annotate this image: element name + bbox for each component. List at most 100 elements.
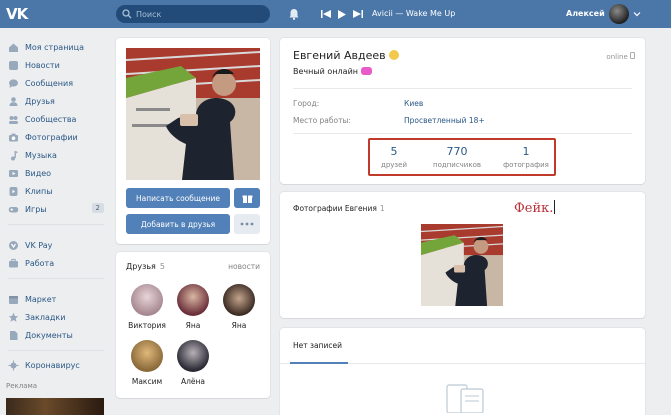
ad-image[interactable] (6, 398, 104, 415)
market-icon (7, 293, 19, 305)
friend-item[interactable]: Алёна (171, 340, 215, 386)
counter-label: фотография (503, 161, 549, 169)
heart-emoji-icon (361, 67, 372, 75)
friend-item[interactable]: Яна (217, 284, 261, 330)
previous-track-icon[interactable] (320, 7, 332, 21)
work-icon (7, 257, 19, 269)
sidebar-item-photos[interactable]: Фотографии (0, 128, 108, 146)
vk-logo[interactable]: VK (6, 5, 32, 23)
chevron-down-icon[interactable] (633, 10, 641, 18)
sidebar-item-label: Коронавирус (25, 360, 80, 370)
sidebar-item-work[interactable]: Работа (0, 254, 108, 272)
sidebar-item-coronavirus[interactable]: Коронавирус (0, 356, 108, 374)
search-icon (122, 9, 132, 19)
counter-followers[interactable]: 770 подписчиков (426, 145, 488, 169)
sidebar-item-groups[interactable]: Сообщества (0, 110, 108, 128)
bell-icon[interactable] (287, 7, 301, 21)
counter-photos[interactable]: 1 фотография (498, 145, 554, 169)
counter-value: 5 (390, 145, 398, 158)
top-bar: VK Avicii — Wake Me Up Алексей (0, 0, 671, 28)
sidebar-item-label: Маркет (25, 294, 57, 304)
info-value-city[interactable]: Киев (404, 99, 423, 108)
friends-count: 5 (159, 262, 165, 271)
more-button[interactable] (234, 214, 260, 234)
games-count-badge: 2 (91, 203, 104, 213)
mobile-icon (630, 52, 635, 59)
counters-highlight-box: 5 друзей 770 подписчиков 1 фотография (368, 138, 556, 176)
sidebar-item-video[interactable]: Видео (0, 164, 108, 182)
sidebar-item-clips[interactable]: Клипы (0, 182, 108, 200)
sidebar-item-label: Работа (25, 258, 55, 268)
avatar (177, 284, 209, 316)
photos-card: Фотографии Евгения 1 Фейк. (280, 192, 645, 318)
friends-updates-link[interactable]: новости (228, 262, 260, 271)
play-icon[interactable] (336, 7, 348, 21)
clips-icon (7, 185, 19, 197)
avatar[interactable] (609, 4, 629, 24)
sidebar-item-documents[interactable]: Документы (0, 326, 108, 344)
search-box[interactable] (116, 5, 270, 23)
text-cursor (554, 200, 556, 214)
sidebar-item-vkpay[interactable]: VK Pay (0, 236, 108, 254)
current-track[interactable]: Avicii — Wake Me Up (372, 9, 455, 18)
counter-label: друзей (380, 161, 407, 169)
friend-item[interactable]: Максим (125, 340, 169, 386)
home-icon (7, 41, 19, 53)
sidebar-item-label: Клипы (25, 186, 53, 196)
audio-player (320, 7, 364, 21)
active-tab-indicator (290, 362, 348, 364)
friends-heading[interactable]: Друзья 5 (126, 262, 165, 271)
divider (293, 133, 632, 134)
sidebar-item-messages[interactable]: Сообщения (0, 74, 108, 92)
profile-status[interactable]: Вечный онлайн (293, 67, 372, 76)
virus-icon (7, 359, 19, 371)
sidebar-item-label: Сообщения (25, 78, 74, 88)
sidebar-item-market[interactable]: Маркет (0, 290, 108, 308)
sidebar-item-games[interactable]: Игры 2 (0, 200, 108, 218)
sidebar-item-friends[interactable]: Друзья (0, 92, 108, 110)
games-icon (7, 203, 19, 215)
info-value-work[interactable]: Просветленный 18+ (404, 116, 485, 125)
ad-label: Реклама (6, 382, 38, 390)
user-name[interactable]: Алексей (566, 9, 605, 18)
friend-item[interactable]: Виктория (125, 284, 169, 330)
groups-icon (7, 113, 19, 125)
sidebar-item-label: Видео (25, 168, 52, 178)
vkpay-icon (7, 239, 19, 251)
friend-item[interactable]: Яна (171, 284, 215, 330)
fake-annotation: Фейк. (514, 200, 556, 216)
photos-count: 1 (379, 204, 385, 213)
write-message-button[interactable]: Написать сообщение (126, 188, 230, 208)
photos-heading[interactable]: Фотографии Евгения 1 (293, 204, 385, 213)
info-label-work: Место работы: (293, 116, 351, 125)
counter-value: 770 (446, 145, 468, 158)
counter-friends[interactable]: 5 друзей (374, 145, 414, 169)
search-input[interactable] (136, 7, 264, 21)
sidebar-item-label: Сообщества (25, 114, 77, 124)
sidebar-item-label: Игры (25, 204, 47, 214)
sidebar-item-news[interactable]: Новости (0, 56, 108, 74)
sidebar-item-label: Друзья (25, 96, 55, 106)
next-track-icon[interactable] (352, 7, 364, 21)
sidebar-item-bookmarks[interactable]: Закладки (0, 308, 108, 326)
sidebar-item-label: Моя страница (25, 42, 84, 52)
gift-button[interactable] (234, 188, 260, 208)
counter-value: 1 (522, 145, 530, 158)
empty-wall-icon (446, 384, 484, 413)
sidebar-item-my-page[interactable]: Моя страница (0, 38, 108, 56)
status-text: Вечный онлайн (293, 67, 358, 76)
friends-card: Друзья 5 новости Виктория Яна Яна Максим … (116, 252, 270, 398)
online-label: online (606, 53, 628, 61)
sidebar-item-label: Музыка (25, 150, 57, 160)
photo-thumbnail[interactable] (421, 224, 503, 306)
divider (293, 88, 632, 89)
profile-name-text: Евгений Авдеев (293, 49, 386, 62)
profile-photo[interactable] (126, 48, 260, 180)
sidebar-item-label: Фотографии (25, 132, 78, 142)
tab-no-posts[interactable]: Нет записей (293, 341, 342, 350)
add-friend-button[interactable]: Добавить в друзья (126, 214, 230, 234)
photos-title: Фотографии Евгения (293, 204, 377, 213)
sidebar-item-music[interactable]: Музыка (0, 146, 108, 164)
annotation-text: Фейк. (514, 201, 554, 216)
info-label-city: Город: (293, 99, 320, 108)
